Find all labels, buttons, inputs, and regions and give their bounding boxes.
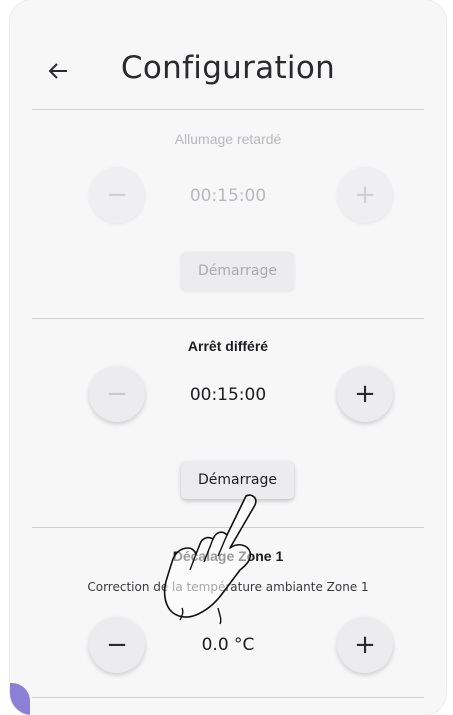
increment-button[interactable]: + [337, 617, 393, 673]
start-button[interactable]: Démarrage [181, 252, 294, 290]
start-button[interactable]: Démarrage [181, 461, 294, 499]
divider [32, 527, 424, 528]
section-title-zone: Zone 1 [238, 548, 284, 564]
increment-button[interactable]: + [337, 366, 393, 422]
app-frame: Configuration Allumage retardé − 00:15:0… [10, 0, 446, 715]
divider [32, 109, 424, 110]
header: Configuration [10, 0, 446, 110]
plus-icon: + [354, 180, 376, 210]
section-title-prefix: Décalage [172, 548, 235, 564]
section-title: Décalage Zone 1 [10, 548, 446, 564]
plus-icon: + [354, 379, 376, 409]
page-title: Configuration [120, 50, 336, 86]
accent-strip [10, 683, 30, 715]
plus-icon: + [354, 630, 376, 660]
divider [32, 318, 424, 319]
section-title: Arrêt différé [187, 338, 269, 354]
divider [32, 697, 424, 698]
section-subtitle: Correction de la température ambiante Zo… [87, 580, 369, 594]
section-title: Allumage retardé [174, 131, 282, 147]
increment-button[interactable]: + [337, 167, 393, 223]
